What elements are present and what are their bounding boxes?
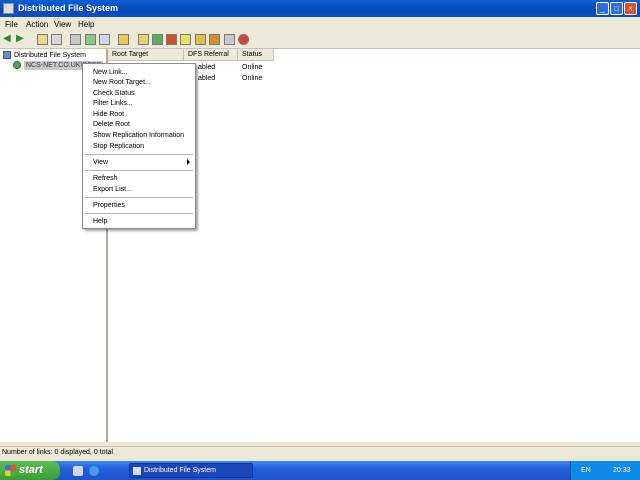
windows-logo-icon [5,465,16,476]
delete-icon[interactable] [166,34,177,45]
export-icon[interactable] [85,34,96,45]
window-title: Distributed File System [18,3,119,13]
cut-icon[interactable] [70,34,81,45]
taskbar-item-label: Distributed File System [144,467,216,474]
title-bar: Distributed File System _ □ × [0,0,640,17]
menu-item-filter-links[interactable]: Filter Links... [93,100,133,107]
column-dfs-referral[interactable]: DFS Referral [184,49,238,61]
back-icon[interactable]: ◀ [3,34,14,45]
column-root-target[interactable]: Root Target [108,49,184,61]
row-1-referral: abled [198,64,216,71]
menu-item-stop-replication[interactable]: Stop Replication [93,143,144,150]
menu-separator [85,154,193,155]
menu-item-properties[interactable]: Properties [93,202,125,209]
show-desktop-icon[interactable] [73,466,83,476]
menu-item-hide-root[interactable]: Hide Root [93,111,124,118]
close-button[interactable]: × [624,2,637,15]
menu-item-help[interactable]: Help [93,218,107,225]
menu-item-show-replication[interactable]: Show Replication Information [93,132,184,139]
submenu-arrow-icon [187,159,190,165]
menu-separator [85,170,193,171]
toolbar: ◀ ▶ [0,32,640,49]
menu-item-refresh[interactable]: Refresh [93,175,118,182]
context-menu: New Link... New Root Target... Check Sta… [82,63,196,229]
stop-icon[interactable] [238,34,249,45]
column-status[interactable]: Status [238,49,274,61]
row-2-status: Online [242,75,263,82]
replication-icon[interactable] [209,34,220,45]
menu-separator [85,197,193,198]
menu-item-delete-root[interactable]: Delete Root [93,121,130,128]
status-text: Number of links: 0 displayed, 0 total [2,449,113,456]
menu-help[interactable]: Help [78,20,94,29]
status-bar: Number of links: 0 displayed, 0 total [0,446,640,460]
pause-icon[interactable] [224,34,235,45]
app-icon[interactable] [3,3,14,14]
system-tray: EN 20:33 [570,461,640,480]
menu-action[interactable]: Action [26,20,48,29]
show-tree-icon[interactable] [51,34,62,45]
row-1-status: Online [242,64,263,71]
start-button[interactable]: start [0,461,60,480]
menu-separator [85,213,193,214]
start-label: start [19,464,43,476]
menu-item-export-list[interactable]: Export List... [93,186,132,193]
dfs-task-icon [133,467,141,475]
menu-file[interactable]: File [5,20,18,29]
taskbar-item-dfs[interactable]: Distributed File System [129,463,253,478]
menu-item-new-root-target[interactable]: New Root Target... [93,79,151,86]
clock[interactable]: 20:33 [613,467,631,474]
dfs-root-icon [13,61,21,69]
row-2-referral: abled [198,75,216,82]
check-status-icon[interactable] [195,34,206,45]
menu-item-check-status[interactable]: Check Status [93,90,135,97]
new-link-icon[interactable] [138,34,149,45]
up-folder-icon[interactable] [37,34,48,45]
maximize-button[interactable]: □ [610,2,623,15]
menu-item-new-link[interactable]: New Link... [93,69,128,76]
taskbar: start Distributed File System EN 20:33 [0,461,640,480]
language-indicator[interactable]: EN [581,467,591,474]
properties-icon[interactable] [118,34,129,45]
minimize-button[interactable]: _ [596,2,609,15]
menu-view[interactable]: View [54,20,71,29]
ie-icon[interactable] [89,466,99,476]
help-icon[interactable] [180,34,191,45]
menu-bar: File Action View Help [0,17,640,32]
dfs-icon [3,51,11,59]
forward-icon[interactable]: ▶ [16,34,27,45]
tree-root[interactable]: Distributed File System [14,52,86,59]
menu-item-view[interactable]: View [93,159,108,166]
refresh-icon[interactable] [99,34,110,45]
new-root-icon[interactable] [152,34,163,45]
